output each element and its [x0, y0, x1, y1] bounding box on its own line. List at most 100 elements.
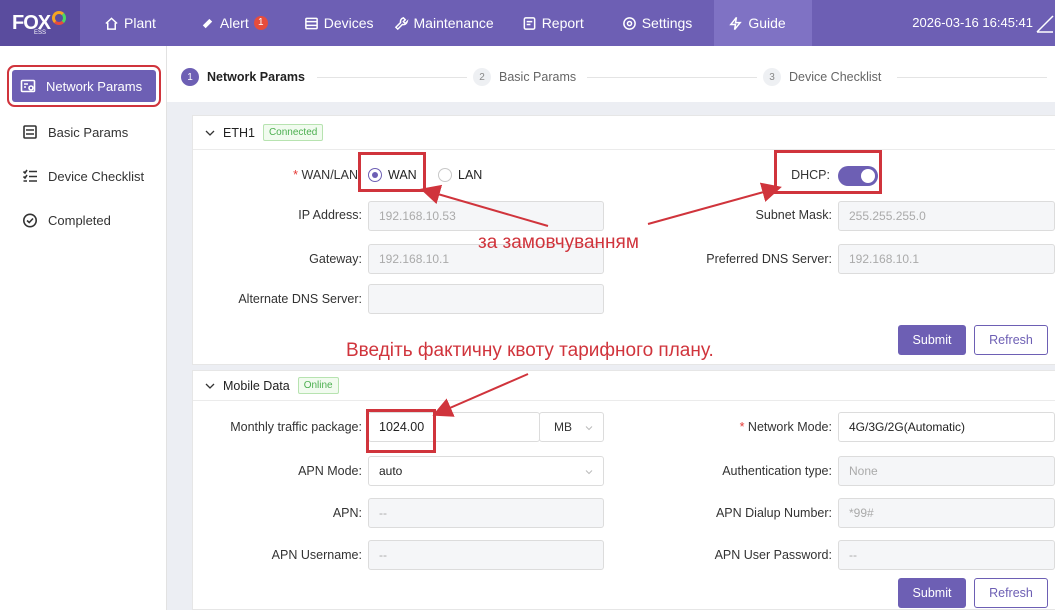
nav-plant-label: Plant	[124, 15, 156, 31]
mobile-refresh-button[interactable]: Refresh	[974, 578, 1048, 608]
step-number: 3	[763, 68, 781, 86]
apn-mode-label: APN Mode:	[298, 464, 362, 478]
wrench-icon	[394, 16, 408, 30]
network-mode-label: * Network Mode:	[739, 420, 832, 434]
subnet-mask-field[interactable]: 255.255.255.0	[838, 201, 1055, 231]
radio-lan[interactable]: LAN	[438, 168, 482, 182]
nav-guide-label: Guide	[748, 15, 786, 31]
radio-wan[interactable]: WAN	[368, 168, 417, 182]
radio-wan-label: WAN	[388, 168, 417, 182]
auth-type-field[interactable]: None	[838, 456, 1055, 486]
eth1-title: ETH1	[223, 125, 255, 140]
preferred-dns-field[interactable]: 192.168.10.1	[838, 244, 1055, 274]
connection-status-badge: Connected	[262, 124, 324, 141]
apn-field[interactable]: --	[368, 498, 604, 528]
nav-settings-label: Settings	[641, 15, 693, 31]
sidebar-item-completed[interactable]: Completed	[0, 198, 166, 242]
step-connector	[317, 77, 467, 78]
network-mode-select[interactable]: 4G/3G/2G(Automatic)	[838, 412, 1055, 442]
collapse-triangle-icon[interactable]	[1035, 14, 1055, 34]
traffic-unit-select[interactable]: MB	[539, 412, 604, 442]
subnet-label: Subnet Mask:	[755, 208, 832, 222]
eth1-submit-button[interactable]: Submit	[898, 325, 966, 355]
radio-lan-label: LAN	[458, 168, 483, 182]
sidebar: Network Params Basic Params Device Check…	[0, 46, 167, 610]
mobile-data-title: Mobile Data	[223, 378, 290, 393]
apn-mode-value: auto	[379, 464, 403, 478]
step-connector	[587, 77, 757, 78]
home-icon	[105, 16, 118, 30]
sidebar-item-basic-params[interactable]: Basic Params	[0, 110, 166, 154]
nav-devices-label: Devices	[323, 15, 374, 31]
mobile-data-header[interactable]: Mobile Data Online	[193, 371, 1055, 401]
logo-subtext: ESS	[34, 30, 47, 36]
traffic-label: Monthly traffic package:	[230, 420, 362, 434]
step-device-checklist[interactable]: 3 Device Checklist	[763, 68, 881, 86]
gear-icon	[622, 16, 636, 30]
wizard-steps: 1 Network Params 2 Basic Params 3 Device…	[167, 46, 1055, 102]
sidebar-item-label: Basic Params	[48, 124, 129, 140]
devices-icon	[304, 17, 318, 29]
nav-devices[interactable]: Devices	[294, 0, 384, 46]
nav-alert[interactable]: Alert 1	[190, 0, 278, 46]
network-icon	[20, 79, 36, 93]
bell-icon	[202, 18, 213, 28]
traffic-package-input[interactable]: 1024.00	[368, 412, 540, 442]
annotation-quota: Введіть фактичну квоту тарифного плану.	[346, 340, 714, 361]
mobile-submit-button[interactable]: Submit	[898, 578, 966, 608]
nav-alert-label: Alert	[219, 15, 249, 31]
apn-username-label: APN Username:	[271, 548, 362, 562]
nav-report-label: Report	[541, 15, 584, 31]
nav-guide[interactable]: Guide	[714, 0, 812, 46]
chevron-down-icon	[205, 383, 215, 389]
top-navbar: FOX ESS Plant Alert 1 Devices Maintenanc…	[0, 0, 1055, 46]
step-label: Basic Params	[499, 70, 577, 84]
apn-mode-select[interactable]: auto	[368, 456, 604, 486]
nav-maintenance[interactable]: Maintenance	[384, 0, 504, 46]
lightning-icon	[729, 16, 743, 30]
preferred-dns-label: Preferred DNS Server:	[706, 252, 832, 266]
radio-unchecked-icon	[438, 168, 452, 182]
dhcp-toggle[interactable]	[838, 166, 878, 186]
annotation-default: за замовчуванням	[478, 232, 639, 253]
chevron-down-icon	[585, 426, 593, 431]
online-status-badge: Online	[297, 377, 339, 394]
alternate-dns-field[interactable]	[368, 284, 604, 314]
ip-address-field[interactable]: 192.168.10.53	[368, 201, 604, 231]
sidebar-item-network-params[interactable]: Network Params	[12, 70, 156, 102]
wanlan-label: * WAN/LAN	[293, 168, 358, 182]
step-network-params[interactable]: 1 Network Params	[181, 68, 305, 86]
apn-dialup-field[interactable]: *99#	[838, 498, 1055, 528]
alternate-dns-label: Alternate DNS Server:	[238, 292, 362, 306]
chevron-down-icon	[205, 130, 215, 136]
step-number: 1	[181, 68, 199, 86]
step-label: Network Params	[207, 70, 305, 84]
nav-settings[interactable]: Settings	[612, 0, 703, 46]
apn-username-field[interactable]: --	[368, 540, 604, 570]
traffic-unit-value: MB	[554, 420, 572, 434]
sidebar-item-label: Device Checklist	[48, 168, 145, 184]
current-datetime: 2026-03-16 16:45:41	[912, 15, 1033, 30]
report-icon	[523, 16, 536, 30]
sidebar-item-device-checklist[interactable]: Device Checklist	[0, 154, 166, 198]
apn-label: APN:	[332, 506, 362, 520]
eth1-refresh-button[interactable]: Refresh	[974, 325, 1048, 355]
step-label: Device Checklist	[789, 70, 882, 84]
sidebar-item-label: Completed	[48, 212, 111, 228]
mobile-data-panel: Mobile Data Online	[192, 370, 1055, 610]
step-basic-params[interactable]: 2 Basic Params	[473, 68, 576, 86]
radio-checked-icon	[368, 168, 382, 182]
apn-password-field[interactable]: --	[838, 540, 1055, 570]
nav-maintenance-label: Maintenance	[413, 15, 494, 31]
dhcp-label: DHCP:	[791, 168, 830, 182]
apn-password-label: APN User Password:	[714, 548, 832, 562]
foxess-logo[interactable]: FOX ESS	[0, 0, 80, 46]
checklist-icon	[22, 169, 37, 182]
eth1-header[interactable]: ETH1 Connected	[193, 116, 1055, 150]
check-circle-icon	[23, 213, 37, 228]
gateway-label: Gateway:	[309, 252, 362, 266]
step-number: 2	[473, 68, 491, 86]
apn-dialup-label: APN Dialup Number:	[715, 506, 832, 520]
nav-plant[interactable]: Plant	[94, 0, 166, 46]
nav-report[interactable]: Report	[512, 0, 594, 46]
